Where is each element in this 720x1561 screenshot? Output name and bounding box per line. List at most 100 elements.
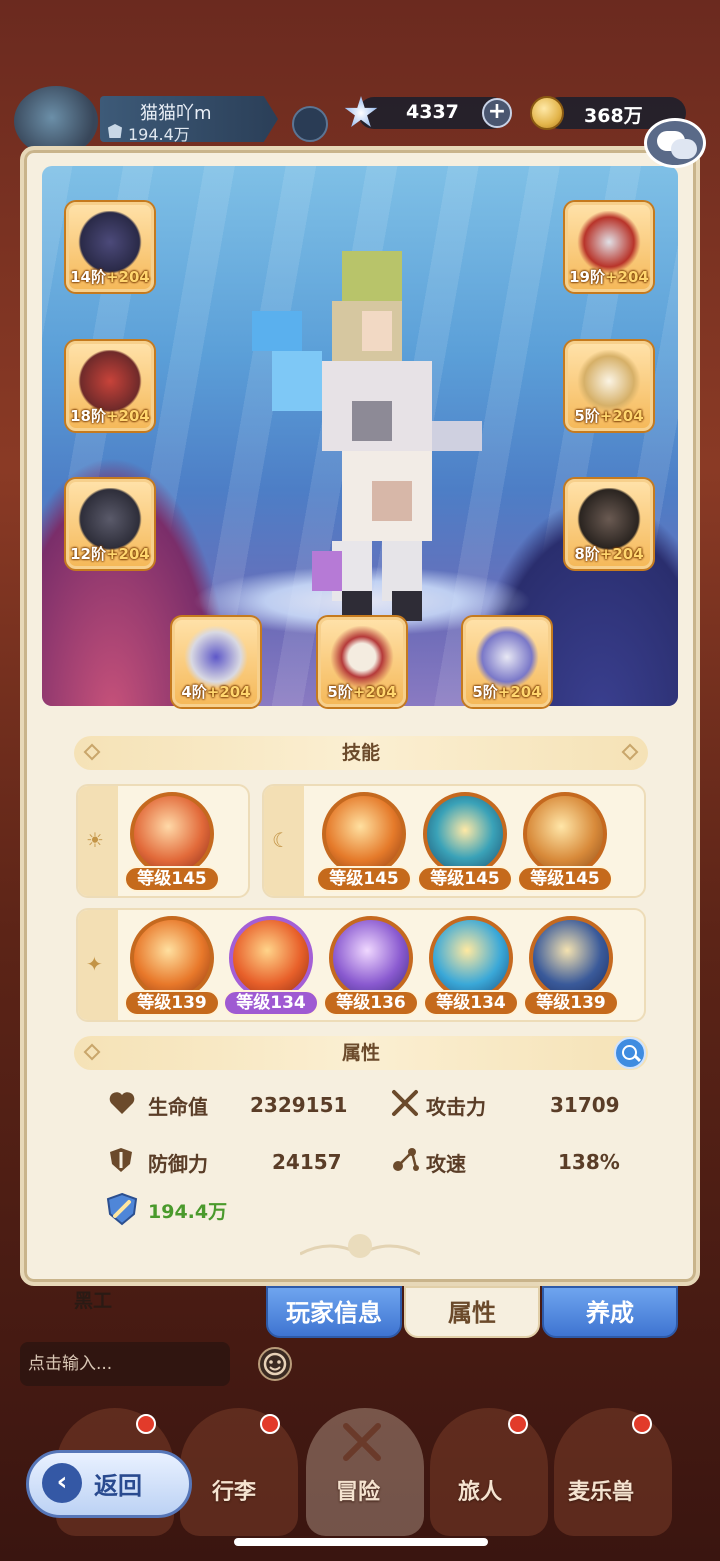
adventure-icon: [338, 1418, 386, 1464]
skill-icon: [429, 916, 513, 1000]
equip-stage: 4阶: [181, 683, 207, 701]
nav-pets-label: 麦乐兽: [568, 1480, 635, 1505]
equip-plus: +204: [604, 268, 649, 286]
boots-icon: [576, 488, 642, 550]
skill-level: 等级134: [223, 990, 319, 1016]
back-arrow-icon: ‹: [42, 1463, 82, 1503]
def-label: 防御力: [148, 1152, 208, 1176]
skill-icon: [322, 792, 406, 876]
equip-plus: +204: [599, 545, 644, 563]
search-icon[interactable]: [614, 1037, 646, 1069]
skill-level: 等级134: [423, 990, 519, 1016]
equip-plus: +204: [105, 407, 150, 425]
skill-icon: [423, 792, 507, 876]
combat-power-value: 194.4万: [148, 1201, 228, 1223]
equip-stage: 5阶: [574, 407, 600, 425]
equip-slot-armor[interactable]: 18阶+204: [66, 341, 154, 431]
skill-item[interactable]: 等级145: [417, 792, 513, 892]
equip-slot-mask[interactable]: 19阶+204: [565, 202, 653, 292]
skills-title: 技能: [341, 742, 380, 764]
chat-bubble-icon[interactable]: [644, 118, 706, 168]
moon-icon: ☾: [272, 828, 290, 852]
shield-icon: [108, 1146, 134, 1174]
armor-icon: [77, 350, 143, 412]
skill-item[interactable]: 等级139: [124, 916, 220, 1016]
skill-item[interactable]: 等级136: [323, 916, 419, 1016]
skills-header: 技能: [74, 736, 648, 770]
spd-value: 138%: [558, 1150, 620, 1174]
hp-value: 2329151: [250, 1093, 348, 1117]
equip-stage: 19阶: [569, 268, 605, 286]
skill-icon: [130, 916, 214, 1000]
attack-speed-icon: [390, 1144, 422, 1174]
nav-luggage-label: 行李: [212, 1480, 257, 1505]
skill-level: 等级145: [316, 866, 412, 892]
notification-dot: [260, 1414, 280, 1434]
guild-icon[interactable]: [292, 106, 328, 142]
skill-level: 等级145: [517, 866, 613, 892]
equip-stage: 12阶: [70, 545, 106, 563]
attributes-title: 属性: [341, 1042, 380, 1064]
nav-pets[interactable]: [554, 1408, 672, 1536]
crossed-swords-icon: [390, 1088, 420, 1118]
skill-item[interactable]: 等级139: [523, 916, 619, 1016]
atk-label: 攻击力: [426, 1095, 486, 1119]
necklace-icon: [329, 626, 395, 688]
skill-item[interactable]: 等级145: [316, 792, 412, 892]
equip-slot-boots[interactable]: 8阶+204: [565, 479, 653, 569]
nav-adventure-label: 冒险: [336, 1480, 381, 1505]
skill-item[interactable]: 等级134: [223, 916, 319, 1016]
atk-value: 31709: [550, 1093, 620, 1117]
emoji-icon[interactable]: [258, 1347, 292, 1381]
gold-count: 368万: [584, 105, 643, 127]
notification-dot: [632, 1414, 652, 1434]
chat-input[interactable]: 点击输入...: [20, 1342, 230, 1386]
equip-stage: 14阶: [70, 268, 106, 286]
nav-luggage[interactable]: [180, 1408, 298, 1536]
skill-item[interactable]: 等级134: [423, 916, 519, 1016]
helmet-icon: [77, 211, 143, 273]
gold-icon: [530, 96, 564, 130]
gem-count: 4337: [406, 101, 459, 123]
skill-level: 等级145: [124, 866, 220, 892]
skill-icon: [130, 792, 214, 876]
equip-stage: 5阶: [327, 683, 353, 701]
equip-plus: +204: [599, 407, 644, 425]
equip-stage: 5阶: [472, 683, 498, 701]
notification-dot: [136, 1414, 156, 1434]
hp-label: 生命值: [148, 1095, 208, 1119]
heart-icon: [108, 1090, 136, 1116]
equip-plus: +204: [206, 683, 251, 701]
skill-icon: [229, 916, 313, 1000]
add-gems-button[interactable]: +: [482, 98, 512, 128]
equip-slot-gauntlet[interactable]: 5阶+204: [565, 341, 653, 431]
skill-icon: [523, 792, 607, 876]
nav-traveler-label: 旅人: [458, 1480, 503, 1505]
tab-player-info[interactable]: 玩家信息: [266, 1286, 402, 1338]
leg-armor-icon: [77, 488, 143, 550]
skill-level: 等级145: [417, 866, 513, 892]
equip-slot-charm[interactable]: 5阶+204: [463, 617, 551, 707]
skill-item[interactable]: 等级145: [124, 792, 220, 892]
sparkle-icon: ✦: [86, 952, 103, 976]
skill-icon: [329, 916, 413, 1000]
tab-develop[interactable]: 养成: [542, 1286, 678, 1338]
nav-traveler[interactable]: [430, 1408, 548, 1536]
panel-ornament: [299, 1232, 421, 1266]
ring-icon: [183, 626, 249, 688]
player-power: 194.4万: [128, 125, 190, 144]
equip-stage: 18阶: [70, 407, 106, 425]
sun-icon: ☀: [86, 828, 104, 852]
skill-level: 等级136: [323, 990, 419, 1016]
equip-slot-helmet[interactable]: 14阶+204: [66, 202, 154, 292]
equip-slot-necklace[interactable]: 5阶+204: [318, 617, 406, 707]
skill-item[interactable]: 等级145: [517, 792, 613, 892]
spd-label: 攻速: [426, 1152, 466, 1176]
chat-channel-label: 黑工: [74, 1290, 113, 1312]
equip-stage: 8阶: [574, 545, 600, 563]
equip-slot-legs[interactable]: 12阶+204: [66, 479, 154, 569]
equip-slot-ring[interactable]: 4阶+204: [172, 617, 260, 707]
tab-attributes[interactable]: 属性: [404, 1286, 540, 1338]
home-indicator[interactable]: [234, 1538, 488, 1546]
skill-level: 等级139: [523, 990, 619, 1016]
